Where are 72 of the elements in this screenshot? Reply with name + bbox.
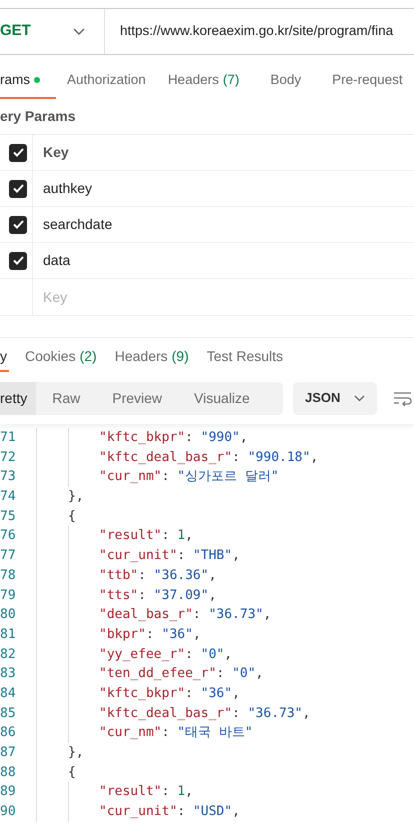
- response-tab[interactable]: Cookies (2): [25, 342, 97, 372]
- line-number: 72: [0, 448, 16, 467]
- method-select[interactable]: GET: [0, 9, 105, 54]
- check-icon: [12, 184, 24, 193]
- request-tab[interactable]: Headers (7): [156, 63, 250, 99]
- view-mode-tab[interactable]: Raw: [36, 382, 96, 414]
- line-number: 88: [0, 764, 16, 782]
- line-number: 77: [0, 547, 16, 566]
- code-line: "cur_nm": "태국 바트": [99, 724, 253, 742]
- line-number: 87: [0, 744, 16, 762]
- code-line: },: [68, 744, 84, 762]
- code-line: "cur_nm": "싱가포르 달러": [99, 468, 279, 486]
- code-line: "ttb": "36.36",: [99, 566, 216, 585]
- code-line: "yy_efee_r": "0",: [99, 646, 232, 664]
- code-line: "kftc_deal_bas_r": "990.18",: [99, 448, 318, 467]
- url-field[interactable]: https://www.koreaexim.go.kr/site/program/fina: [105, 21, 394, 42]
- line-number: 83: [0, 665, 16, 684]
- line-number: 89: [0, 783, 16, 802]
- wrap-lines-icon[interactable]: [393, 390, 413, 406]
- line-number: 84: [0, 684, 16, 703]
- line-number: 80: [0, 606, 16, 624]
- code-line: "bkpr": "36",: [99, 626, 201, 644]
- check-icon: [12, 256, 24, 265]
- code-line: "kftc_deal_bas_r": "36.73",: [99, 704, 310, 723]
- request-tab[interactable]: Pre-request: [321, 63, 414, 99]
- view-mode-tab[interactable]: retty: [0, 382, 36, 414]
- line-number: 86: [0, 724, 16, 742]
- checkbox[interactable]: [9, 144, 27, 162]
- line-number: 76: [0, 527, 16, 546]
- checkbox[interactable]: [9, 252, 27, 270]
- line-number: 78: [0, 566, 16, 585]
- section-title: ery Params: [0, 107, 76, 126]
- code-line: "result": 1,: [99, 527, 193, 546]
- code-line: {: [68, 764, 76, 782]
- chevron-down-icon: [354, 394, 365, 402]
- chevron-down-icon: [73, 28, 85, 36]
- view-mode-tab[interactable]: Visualize: [178, 382, 266, 414]
- code-line: "deal_bas_r": "36.73",: [99, 606, 272, 624]
- line-number: 85: [0, 704, 16, 723]
- param-key: data: [43, 250, 70, 271]
- request-tab[interactable]: rams: [0, 63, 56, 99]
- request-tab[interactable]: Body: [250, 63, 322, 99]
- line-number: 75: [0, 508, 16, 526]
- line-number: 73: [0, 468, 16, 486]
- checkbox[interactable]: [9, 180, 27, 198]
- param-key: searchdate: [43, 214, 112, 235]
- response-tab[interactable]: Headers (9): [114, 342, 189, 372]
- code-line: "kftc_bkpr": "990",: [99, 429, 248, 447]
- line-number: 81: [0, 626, 16, 644]
- key-input[interactable]: Key: [43, 279, 414, 315]
- line-number: 82: [0, 646, 16, 664]
- column-header: Key: [43, 143, 69, 162]
- view-mode-tab[interactable]: Preview: [96, 382, 178, 414]
- check-icon: [12, 220, 24, 229]
- code-line: "cur_unit": "THB",: [99, 547, 240, 566]
- format-dropdown[interactable]: JSON: [293, 382, 377, 414]
- code-line: },: [68, 488, 84, 506]
- code-line: "tts": "37.09",: [99, 586, 216, 604]
- code-line: "cur_unit": "USD",: [99, 803, 240, 822]
- code-line: "kftc_bkpr": "36",: [99, 684, 240, 703]
- line-number: 74: [0, 488, 16, 506]
- line-number: 90: [0, 803, 16, 822]
- checkbox[interactable]: [9, 216, 27, 234]
- response-tab[interactable]: Test Results: [206, 342, 284, 372]
- param-key: authkey: [43, 178, 92, 199]
- check-icon: [12, 148, 24, 157]
- code-line: "result": 1,: [99, 783, 193, 802]
- code-line: {: [68, 508, 76, 526]
- line-number: 71: [0, 429, 16, 447]
- code-line: "ten_dd_efee_r": "0",: [99, 665, 264, 684]
- request-tab[interactable]: Authorization: [56, 63, 157, 99]
- line-number: 79: [0, 586, 16, 604]
